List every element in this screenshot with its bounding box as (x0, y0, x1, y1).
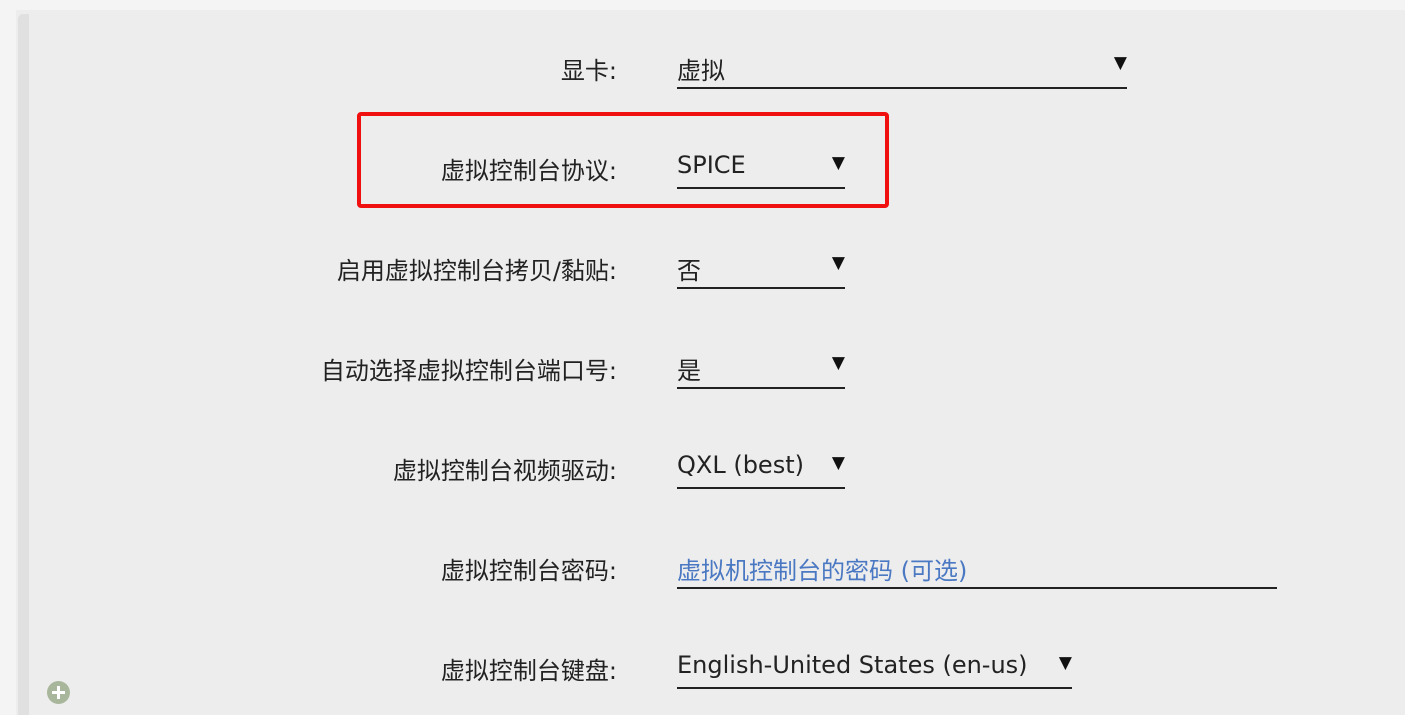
graphics-value: 虚拟 (677, 57, 725, 85)
dropdown-caret-icon: ▼ (1113, 53, 1127, 73)
graphics-select[interactable]: 虚拟 ▼ (677, 43, 1127, 89)
console-copy-paste-label: 启用虚拟控制台拷贝/黏贴: (336, 257, 617, 285)
row-auto-port: 自动选择虚拟控制台端口号: 是 ▼ (0, 343, 1405, 393)
console-password-placeholder: 虚拟机控制台的密码 (可选) (677, 557, 968, 585)
dropdown-caret-icon: ▼ (831, 453, 845, 473)
video-driver-label: 虚拟控制台视频驱动: (392, 457, 617, 485)
dropdown-caret-icon: ▼ (831, 253, 845, 273)
plus-circle-icon[interactable] (47, 681, 70, 704)
console-copy-paste-select[interactable]: 否 ▼ (677, 243, 845, 289)
highlight-annotation-box (357, 112, 889, 208)
auto-port-value: 是 (677, 357, 701, 385)
console-copy-paste-value: 否 (677, 257, 701, 285)
dropdown-caret-icon: ▼ (831, 353, 845, 373)
auto-port-label: 自动选择虚拟控制台端口号: (320, 357, 617, 385)
row-graphics: 显卡: 虚拟 ▼ (0, 43, 1405, 93)
console-keyboard-value: English-United States (en-us) (677, 651, 1028, 679)
row-video-driver: 虚拟控制台视频驱动: QXL (best) ▼ (0, 443, 1405, 493)
dropdown-caret-icon: ▼ (1058, 653, 1072, 673)
console-keyboard-label: 虚拟控制台键盘: (440, 657, 617, 685)
row-console-copy-paste: 启用虚拟控制台拷贝/黏贴: 否 ▼ (0, 243, 1405, 293)
console-password-label: 虚拟控制台密码: (440, 557, 617, 585)
row-console-password: 虚拟控制台密码: 虚拟机控制台的密码 (可选) (0, 543, 1405, 593)
auto-port-select[interactable]: 是 ▼ (677, 343, 845, 389)
console-keyboard-select[interactable]: English-United States (en-us) ▼ (677, 643, 1072, 689)
console-password-input[interactable]: 虚拟机控制台的密码 (可选) (677, 543, 1277, 589)
row-console-keyboard: 虚拟控制台键盘: English-United States (en-us) ▼ (0, 643, 1405, 693)
video-driver-select[interactable]: QXL (best) ▼ (677, 443, 845, 489)
video-driver-value: QXL (best) (677, 451, 804, 479)
graphics-label: 显卡: (560, 57, 617, 85)
